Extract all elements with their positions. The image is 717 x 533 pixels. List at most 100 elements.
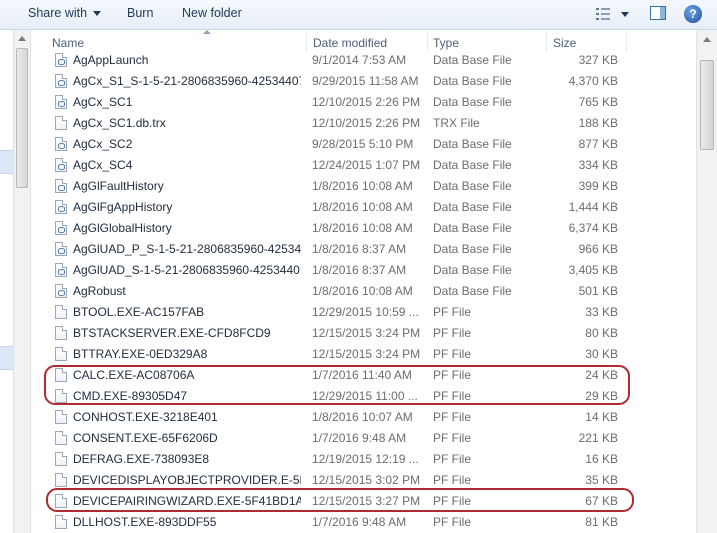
- pf-file-icon: [55, 515, 67, 529]
- file-size: 6,374 KB: [568, 221, 618, 235]
- file-name: AgGlUAD_P_S-1-5-21-2806835960-42534...: [73, 242, 301, 256]
- navigation-selected-item[interactable]: [0, 150, 14, 174]
- file-date-modified: 9/29/2015 11:58 AM: [312, 74, 419, 88]
- file-type: Data Base File: [433, 242, 512, 256]
- file-row[interactable]: AgCx_SC1.db.trx 12/10/2015 2:26 PM TRX Fil…: [31, 113, 696, 134]
- file-name: CONSENT.EXE-65F6206D: [73, 431, 218, 445]
- file-type: Data Base File: [433, 74, 512, 88]
- file-date-modified: 1/8/2016 8:37 AM: [312, 263, 407, 277]
- file-name: AgGlFgAppHistory: [73, 200, 173, 214]
- database-file-icon: [55, 284, 67, 298]
- scroll-up-arrow-icon[interactable]: [703, 37, 711, 42]
- file-row[interactable]: BTOOL.EXE-AC157FAB 12/29/2015 10:59 ... PF…: [31, 302, 696, 323]
- file-row[interactable]: AgGlFaultHistory 1/8/2016 10:08 AM Data Ba…: [31, 176, 696, 197]
- scrollbar-thumb[interactable]: [16, 48, 28, 188]
- burn-button[interactable]: Burn: [127, 6, 153, 20]
- database-file-icon: [55, 200, 67, 214]
- column-header-type[interactable]: Type: [433, 36, 459, 50]
- pf-file-icon: [55, 431, 67, 445]
- column-header-size[interactable]: Size: [553, 36, 576, 50]
- new-folder-button[interactable]: New folder: [182, 6, 242, 20]
- file-list-scrollbar[interactable]: [696, 30, 717, 533]
- change-view-icon[interactable]: [596, 8, 610, 20]
- database-file-icon: [55, 263, 67, 277]
- highlight-devicepairingwizard: [46, 488, 634, 512]
- file-size: 33 KB: [585, 305, 618, 319]
- navigation-pane: [0, 30, 14, 533]
- file-row[interactable]: AgRobust 1/8/2016 10:08 AM Data Base File 5…: [31, 281, 696, 302]
- pf-file-icon: [55, 347, 67, 361]
- scrollbar-thumb[interactable]: [700, 60, 714, 150]
- file-row[interactable]: DLLHOST.EXE-893DDF55 1/7/2016 9:48 AM PF F…: [31, 512, 696, 533]
- file-date-modified: 12/19/2015 12:19 ...: [312, 452, 419, 466]
- column-header-name[interactable]: Name: [52, 36, 84, 50]
- file-name: AgCx_S1_S-1-5-21-2806835960-42534407...: [73, 74, 301, 88]
- file-size: 765 KB: [578, 95, 618, 109]
- file-row[interactable]: AgCx_SC4 12/24/2015 1:07 PM Data Base File…: [31, 155, 696, 176]
- column-divider[interactable]: [546, 33, 547, 51]
- pf-file-icon: [55, 410, 67, 424]
- file-date-modified: 1/7/2016 9:48 AM: [312, 515, 407, 529]
- file-row[interactable]: CONSENT.EXE-65F6206D 1/7/2016 9:48 AM PF F…: [31, 428, 696, 449]
- file-size: 334 KB: [578, 158, 618, 172]
- database-file-icon: [55, 221, 67, 235]
- column-header-date-modified[interactable]: Date modified: [313, 36, 387, 50]
- file-size: 966 KB: [578, 242, 618, 256]
- file-row[interactable]: AgCx_SC1 12/10/2015 2:26 PM Data Base File…: [31, 92, 696, 113]
- share-with-button[interactable]: Share with: [28, 6, 102, 20]
- file-type: PF File: [433, 326, 472, 340]
- file-row[interactable]: AgCx_S1_S-1-5-21-2806835960-42534407... 9…: [31, 71, 696, 92]
- file-row[interactable]: DEFRAG.EXE-738093E8 12/19/2015 12:19 ... P…: [31, 449, 696, 470]
- file-type: PF File: [433, 452, 472, 466]
- help-icon[interactable]: ?: [684, 5, 702, 23]
- file-type: PF File: [433, 347, 472, 361]
- file-name: AgGlGlobalHistory: [73, 221, 172, 235]
- file-date-modified: 12/29/2015 10:59 ...: [312, 305, 419, 319]
- pf-file-icon: [55, 452, 67, 466]
- highlight-calc-cmd: [44, 365, 630, 405]
- file-date-modified: 1/7/2016 9:48 AM: [312, 431, 407, 445]
- command-bar: Share with Burn New folder ?: [0, 0, 717, 30]
- file-name: AgAppLaunch: [73, 53, 149, 67]
- file-type: Data Base File: [433, 263, 512, 277]
- file-date-modified: 12/10/2015 2:26 PM: [312, 116, 421, 130]
- view-options-chevron-down-icon[interactable]: [621, 12, 629, 17]
- column-divider[interactable]: [306, 33, 307, 51]
- file-type: Data Base File: [433, 53, 512, 67]
- pf-file-icon: [55, 326, 67, 340]
- file-type: Data Base File: [433, 200, 512, 214]
- file-size: 80 KB: [585, 326, 618, 340]
- navigation-item[interactable]: [0, 346, 14, 370]
- file-row[interactable]: BTTRAY.EXE-0ED329A8 12/15/2015 3:24 PM PF …: [31, 344, 696, 365]
- file-date-modified: 1/8/2016 10:08 AM: [312, 284, 413, 298]
- file-size: 327 KB: [578, 53, 618, 67]
- file-row[interactable]: AgGlUAD_S-1-5-21-2806835960-4253440... 1/…: [31, 260, 696, 281]
- column-divider[interactable]: [427, 33, 428, 51]
- navigation-pane-scrollbar[interactable]: [14, 30, 31, 533]
- database-file-icon: [55, 137, 67, 151]
- file-date-modified: 1/8/2016 10:08 AM: [312, 221, 413, 235]
- file-row[interactable]: AgAppLaunch 9/1/2014 7:53 AM Data Base Fil…: [31, 50, 696, 71]
- file-name: DEVICEDISPLAYOBJECTPROVIDER.E-5B0F...: [73, 473, 301, 487]
- file-type: PF File: [433, 305, 472, 319]
- scroll-up-arrow-icon[interactable]: [18, 36, 26, 41]
- file-name: AgRobust: [73, 284, 126, 298]
- file-row[interactable]: BTSTACKSERVER.EXE-CFD8FCD9 12/15/2015 3:2…: [31, 323, 696, 344]
- column-divider[interactable]: [626, 33, 627, 51]
- file-row[interactable]: AgCx_SC2 9/28/2015 5:10 PM Data Base File 8…: [31, 134, 696, 155]
- file-type: Data Base File: [433, 221, 512, 235]
- file-row[interactable]: AgGlGlobalHistory 1/8/2016 10:08 AM Data B…: [31, 218, 696, 239]
- preview-pane-icon[interactable]: [650, 6, 666, 20]
- file-name: AgCx_SC2: [73, 137, 133, 151]
- file-name: AgGlFaultHistory: [73, 179, 164, 193]
- file-date-modified: 12/15/2015 3:24 PM: [312, 347, 421, 361]
- file-row[interactable]: AgGlFgAppHistory 1/8/2016 10:08 AM Data Ba…: [31, 197, 696, 218]
- file-type: Data Base File: [433, 179, 512, 193]
- sort-ascending-icon: [203, 30, 211, 34]
- file-size: 16 KB: [585, 452, 618, 466]
- file-row[interactable]: CONHOST.EXE-3218E401 1/8/2016 10:07 AM PF …: [31, 407, 696, 428]
- file-date-modified: 9/1/2014 7:53 AM: [312, 53, 407, 67]
- file-date-modified: 1/8/2016 10:08 AM: [312, 179, 413, 193]
- file-size: 35 KB: [585, 473, 618, 487]
- file-row[interactable]: AgGlUAD_P_S-1-5-21-2806835960-42534... 1/…: [31, 239, 696, 260]
